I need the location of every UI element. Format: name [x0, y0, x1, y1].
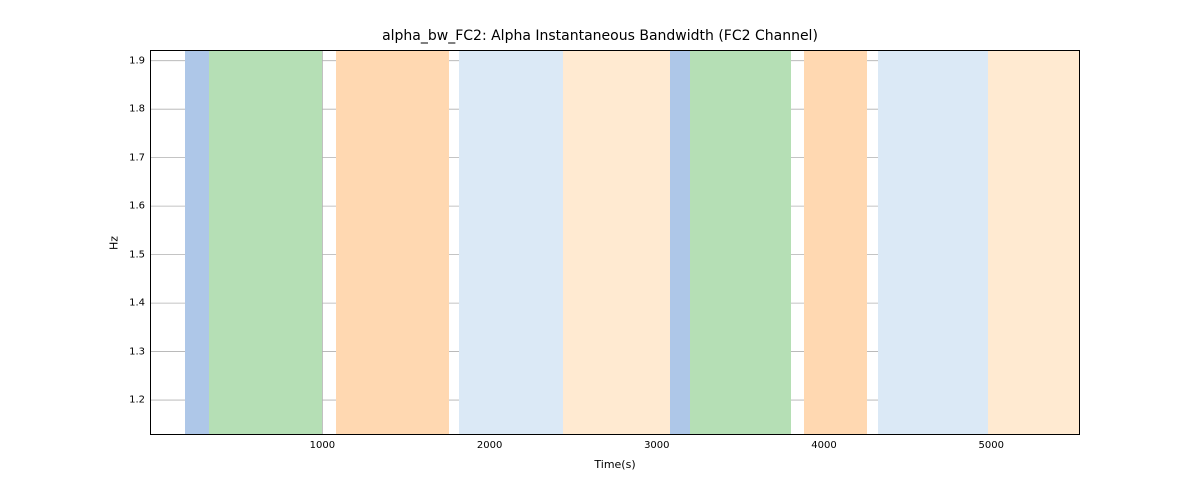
x-tick-label: 5000	[978, 434, 1003, 451]
background-span	[185, 51, 208, 434]
background-span	[804, 51, 868, 434]
y-tick-label: 1.3	[129, 346, 151, 357]
background-span	[670, 51, 690, 434]
y-tick-label: 1.4	[129, 298, 151, 309]
background-span	[459, 51, 563, 434]
y-tick-label: 1.2	[129, 395, 151, 406]
plot-area	[151, 51, 1079, 434]
x-tick-label: 4000	[811, 434, 836, 451]
figure: alpha_bw_FC2: Alpha Instantaneous Bandwi…	[0, 0, 1200, 500]
x-tick-label: 1000	[310, 434, 335, 451]
background-span	[209, 51, 323, 434]
y-tick-label: 1.5	[129, 249, 151, 260]
background-span	[336, 51, 450, 434]
y-tick-label: 1.7	[129, 152, 151, 163]
background-span	[563, 51, 670, 434]
background-span	[878, 51, 988, 434]
y-tick-label: 1.9	[129, 55, 151, 66]
y-tick-label: 1.8	[129, 104, 151, 115]
y-axis-label: Hz	[108, 235, 121, 249]
y-tick-label: 1.6	[129, 201, 151, 212]
x-tick-label: 3000	[644, 434, 669, 451]
x-tick-label: 2000	[477, 434, 502, 451]
chart-title: alpha_bw_FC2: Alpha Instantaneous Bandwi…	[0, 28, 1200, 44]
background-span	[690, 51, 790, 434]
background-span	[988, 51, 1079, 434]
x-axis-label: Time(s)	[594, 434, 635, 471]
axes: 1.21.31.41.51.61.71.81.9 100020003000400…	[150, 50, 1080, 435]
